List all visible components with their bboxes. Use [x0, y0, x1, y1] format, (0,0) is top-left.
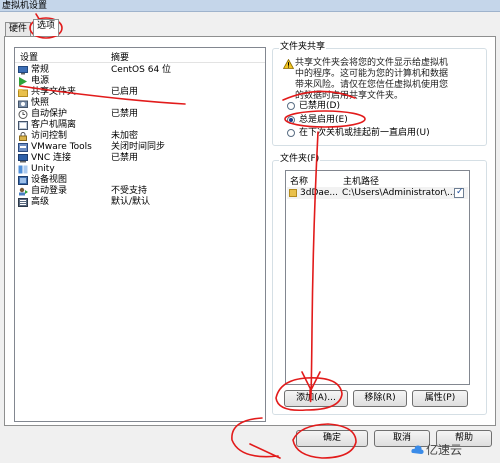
add-folder-button[interactable]: 添加(A)... — [284, 390, 348, 407]
radio-until-poweroff-label: 在下次关机或挂起前一直启用(U) — [299, 128, 430, 138]
settings-header-summary: 摘要 — [111, 53, 130, 63]
folder-row-path: C:\Users\Administrator\... — [342, 188, 456, 198]
settings-row-name: 快照 — [31, 98, 50, 108]
settings-row-name: VNC 连接 — [31, 153, 72, 163]
warning-icon — [283, 59, 294, 69]
settings-row-summary: 默认/默认 — [111, 197, 151, 207]
tab-options[interactable]: 选项 — [33, 19, 60, 36]
tab-hardware[interactable]: 硬件 — [5, 22, 32, 36]
settings-row-name: 常规 — [31, 65, 50, 75]
settings-row-summary: 已禁用 — [111, 109, 139, 119]
settings-row-name: Unity — [31, 164, 55, 174]
folder-sharing-title: 文件夹共享 — [279, 42, 327, 53]
settings-row-summary: 未加密 — [111, 131, 139, 141]
settings-list[interactable]: 设置 摘要 常规 CentOS 64 位 电源 共享文件夹 已启用 快照 自动保… — [14, 47, 266, 422]
folder-sharing-warning: 共享文件夹会将您的文件显示给虚拟机中的程序。这可能为您的计算机和数据带来风险。请… — [295, 58, 449, 101]
settings-list-header: 设置 摘要 — [15, 48, 265, 63]
folders-header-path: 主机路径 — [343, 177, 380, 187]
window-title: 虚拟机设置 — [2, 1, 48, 11]
folder-enabled-checkbox[interactable] — [454, 186, 464, 198]
settings-row-name: 自动保护 — [31, 109, 68, 119]
radio-always-enabled-button[interactable] — [287, 116, 295, 124]
settings-row-summary: CentOS 64 位 — [111, 65, 172, 75]
autoprotect-icon — [18, 110, 28, 119]
settings-row-shared-folders[interactable]: 共享文件夹 已启用 — [15, 87, 265, 98]
unity-icon — [18, 165, 28, 174]
settings-row-name: 设备视图 — [31, 175, 68, 185]
ok-button[interactable]: 确定 — [296, 430, 368, 447]
folder-row-name: 3dDae... — [300, 188, 339, 198]
tab-bar: 硬件 选项 — [0, 14, 500, 36]
vmware-tools-icon — [18, 143, 28, 152]
settings-row-name: 客户机隔离 — [31, 120, 77, 130]
settings-row-snapshots[interactable]: 快照 — [15, 98, 265, 109]
radio-until-poweroff-button[interactable] — [287, 129, 295, 137]
snapshot-icon — [18, 100, 28, 108]
settings-row-autologin[interactable]: 自动登录 不受支持 — [15, 186, 265, 197]
watermark-text: 亿速云 — [426, 443, 463, 457]
settings-header-setting: 设置 — [20, 53, 39, 63]
folder-row[interactable]: 3dDae... C:\Users\Administrator\... — [287, 186, 468, 199]
advanced-icon — [18, 198, 28, 207]
window-titlebar: 虚拟机设置 — [0, 0, 500, 12]
cloud-logo-icon — [411, 445, 424, 454]
settings-row-access-control[interactable]: 访问控制 未加密 — [15, 131, 265, 142]
folders-title: 文件夹(F) — [279, 154, 321, 165]
settings-row-advanced[interactable]: 高级 默认/默认 — [15, 197, 265, 208]
settings-row-name: 高级 — [31, 197, 50, 207]
settings-row-summary: 关闭时间同步 — [111, 142, 166, 152]
settings-row-name: 电源 — [31, 76, 50, 86]
access-control-icon — [19, 132, 27, 141]
device-view-icon — [18, 176, 28, 185]
settings-row-name: 访问控制 — [31, 131, 68, 141]
settings-row-summary: 已启用 — [111, 87, 139, 97]
folder-icon — [289, 189, 297, 197]
settings-row-autoprotect[interactable]: 自动保护 已禁用 — [15, 109, 265, 120]
settings-row-power[interactable]: 电源 — [15, 76, 265, 87]
settings-row-name: 自动登录 — [31, 186, 68, 196]
settings-row-device-view[interactable]: 设备视图 — [15, 175, 265, 186]
settings-row-general[interactable]: 常规 CentOS 64 位 — [15, 65, 265, 76]
folder-properties-button[interactable]: 属性(P) — [412, 390, 468, 407]
radio-disabled-label: 已禁用(D) — [299, 101, 340, 111]
autologin-icon — [19, 187, 28, 196]
folders-header-name: 名称 — [290, 177, 309, 187]
remove-folder-button[interactable]: 移除(R) — [353, 390, 407, 407]
settings-row-summary: 已禁用 — [111, 153, 139, 163]
settings-row-unity[interactable]: Unity — [15, 164, 265, 175]
annotation-line-ok — [249, 443, 281, 459]
settings-row-guest-isolation[interactable]: 客户机隔离 — [15, 120, 265, 131]
settings-row-vmware-tools[interactable]: VMware Tools 关闭时间同步 — [15, 142, 265, 153]
radio-always-enabled-label: 总是启用(E) — [299, 115, 348, 125]
vm-general-icon — [18, 66, 28, 75]
radio-disabled-button[interactable] — [287, 102, 295, 110]
settings-row-summary: 不受支持 — [111, 186, 148, 196]
shared-folder-icon — [18, 89, 28, 97]
settings-row-name: VMware Tools — [31, 142, 92, 152]
vnc-icon — [18, 154, 28, 163]
settings-row-vnc[interactable]: VNC 连接 已禁用 — [15, 153, 265, 164]
folders-table[interactable]: 名称 主机路径 3dDae... C:\Users\Administrator\… — [285, 170, 470, 385]
guest-isolation-icon — [18, 121, 28, 130]
power-play-icon — [19, 77, 27, 86]
settings-row-name: 共享文件夹 — [31, 87, 77, 97]
